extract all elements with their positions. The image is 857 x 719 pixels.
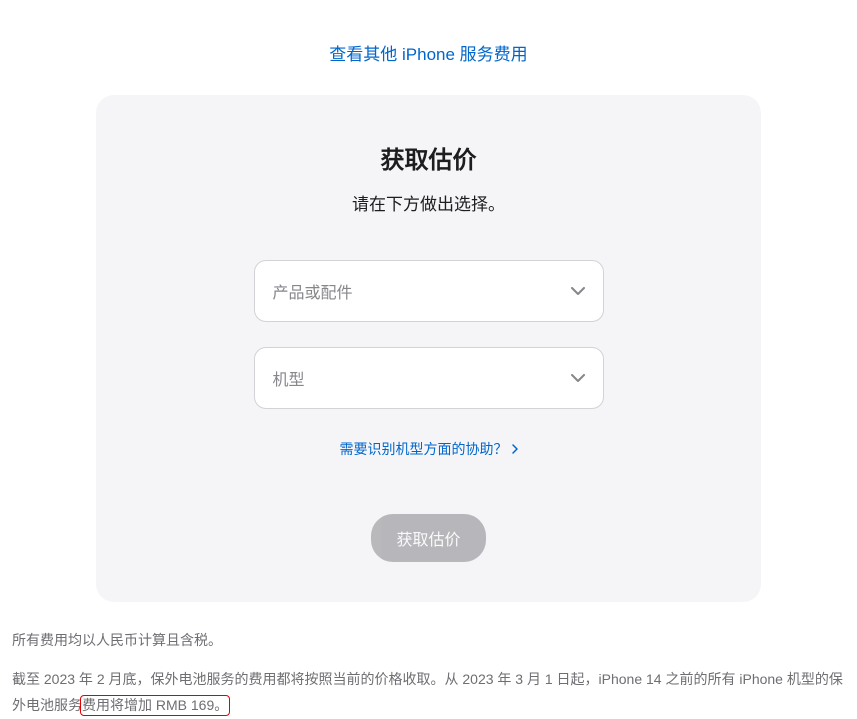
model-select-placeholder: 机型 — [273, 366, 305, 390]
chevron-down-icon — [571, 374, 585, 382]
product-select[interactable]: 产品或配件 — [254, 260, 604, 322]
other-services-link[interactable]: 查看其他 iPhone 服务费用 — [329, 45, 527, 64]
chevron-right-icon — [512, 444, 518, 454]
product-select-wrapper: 产品或配件 — [254, 260, 604, 322]
footer-text: 所有费用均以人民币计算且含税。 截至 2023 年 2 月底，保外电池服务的费用… — [0, 602, 857, 719]
top-link-container: 查看其他 iPhone 服务费用 — [0, 0, 857, 95]
price-increase-highlight: 费用将增加 RMB 169。 — [82, 697, 228, 713]
identify-model-help-link[interactable]: 需要识别机型方面的协助？ — [340, 439, 518, 459]
chevron-down-icon — [571, 287, 585, 295]
footer-line2: 截至 2023 年 2 月底，保外电池服务的费用都将按照当前的价格收取。从 20… — [12, 666, 845, 719]
get-estimate-button[interactable]: 获取估价 — [371, 514, 485, 562]
card-subtitle: 请在下方做出选择。 — [136, 190, 721, 215]
model-select-wrapper: 机型 — [254, 347, 604, 409]
estimate-card: 获取估价 请在下方做出选择。 产品或配件 机型 需要识别机型方面的协助？ 获取估… — [96, 95, 761, 602]
product-select-placeholder: 产品或配件 — [273, 279, 353, 303]
help-link-label: 需要识别机型方面的协助？ — [340, 439, 508, 459]
card-title: 获取估价 — [136, 140, 721, 175]
footer-line1: 所有费用均以人民币计算且含税。 — [12, 627, 845, 654]
model-select[interactable]: 机型 — [254, 347, 604, 409]
